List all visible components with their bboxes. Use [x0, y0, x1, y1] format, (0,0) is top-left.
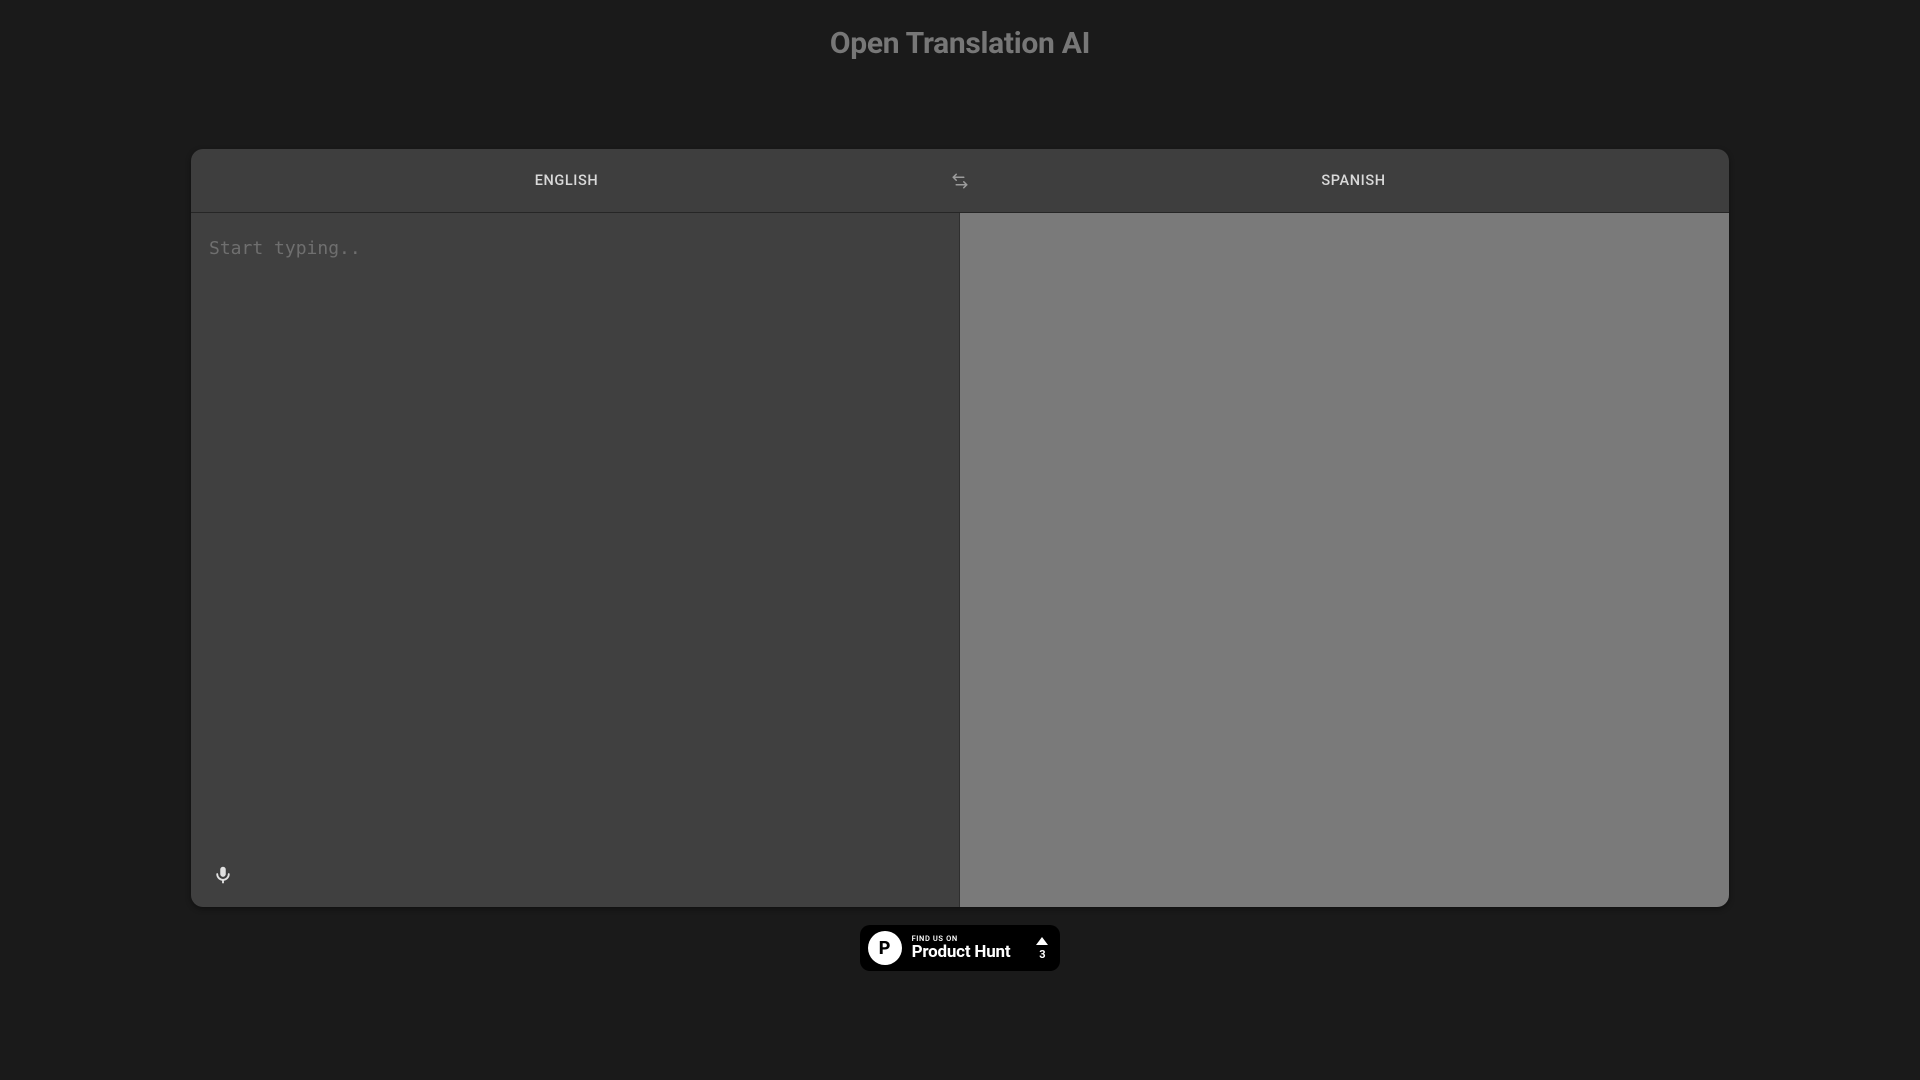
- product-hunt-text: FIND US ON Product Hunt: [912, 935, 1011, 962]
- voice-input-button[interactable]: [209, 861, 237, 889]
- target-language-button[interactable]: SPANISH: [978, 149, 1729, 212]
- page-title: Open Translation AI: [0, 0, 1920, 61]
- product-hunt-wrap: P FIND US ON Product Hunt 3: [0, 925, 1920, 971]
- source-text-input[interactable]: [191, 213, 959, 907]
- translator-panels: [191, 213, 1729, 907]
- source-language-button[interactable]: ENGLISH: [191, 149, 942, 212]
- translator-card: ENGLISH SPANISH: [191, 149, 1729, 907]
- upvote-triangle-icon: [1036, 937, 1048, 945]
- product-hunt-tagline: FIND US ON: [912, 935, 1011, 943]
- product-hunt-logo-icon: P: [868, 931, 902, 965]
- target-language-label: SPANISH: [1321, 172, 1385, 189]
- product-hunt-vote-count: 3: [1039, 949, 1045, 960]
- source-language-label: ENGLISH: [535, 172, 599, 189]
- swap-languages-button[interactable]: [942, 163, 978, 199]
- target-panel: [960, 213, 1729, 907]
- source-panel: [191, 213, 960, 907]
- product-hunt-brand: Product Hunt: [912, 944, 1011, 961]
- product-hunt-votes: 3: [1036, 937, 1048, 960]
- product-hunt-badge[interactable]: P FIND US ON Product Hunt 3: [860, 925, 1061, 971]
- microphone-icon: [212, 864, 234, 886]
- swap-icon: [951, 172, 969, 190]
- language-bar: ENGLISH SPANISH: [191, 149, 1729, 213]
